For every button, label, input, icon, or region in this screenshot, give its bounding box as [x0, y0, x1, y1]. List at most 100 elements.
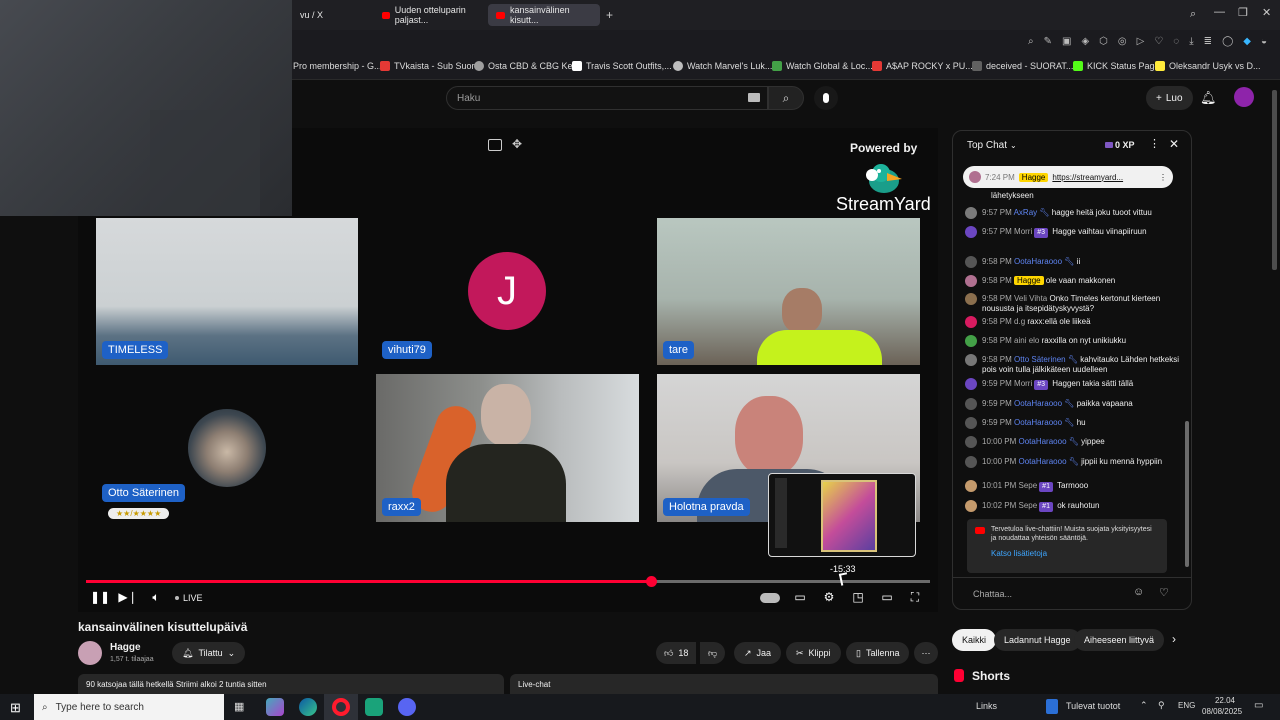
page-scrollbar[interactable] — [1272, 90, 1277, 270]
message-author[interactable]: d.g — [1014, 317, 1025, 326]
chat-message[interactable]: 9:58 PM OotaHaraooo 🔧︎ ii — [965, 256, 1187, 268]
bookmark[interactable]: Pro membership - G... — [293, 61, 382, 71]
play-icon[interactable]: ▷ — [1137, 36, 1145, 47]
zoom-icon[interactable]: ⌕ — [1028, 36, 1034, 47]
clock-date[interactable]: 08/08/2025 — [1202, 707, 1242, 716]
heart-icon[interactable]: ♡ — [1159, 586, 1169, 599]
theater-mode-icon[interactable]: ▭ — [879, 590, 895, 604]
chip-all[interactable]: Kaikki — [952, 629, 997, 651]
extension-icon[interactable]: ◌ — [1173, 36, 1179, 47]
live-indicator[interactable]: LIVE — [175, 593, 203, 603]
chat-message[interactable]: 9:59 PM OotaHaraooo 🔧︎ paikka vapaana — [965, 398, 1187, 410]
chat-message[interactable]: 9:58 PM Veli Vihta Onko Timeles kertonut… — [965, 293, 1187, 314]
message-author[interactable]: Morri — [1014, 379, 1032, 388]
save-button[interactable]: ▯ Tallenna — [846, 642, 910, 664]
chat-scrollbar[interactable] — [1185, 421, 1189, 567]
screenshot-icon[interactable]: ▣ — [1062, 36, 1071, 47]
message-author[interactable]: OotaHaraooo — [1014, 399, 1062, 408]
miniplayer-icon[interactable]: ◳ — [850, 590, 866, 604]
pause-icon[interactable]: ❚❚ — [90, 590, 110, 604]
search-input[interactable]: Haku — [446, 86, 768, 110]
message-author[interactable]: OotaHaraooo — [1018, 457, 1066, 466]
new-tab-plus-icon[interactable]: + — [606, 8, 613, 22]
share-button[interactable]: ↗ Jaa — [734, 642, 782, 664]
autoplay-toggle[interactable] — [760, 593, 780, 603]
minimize-icon[interactable]: — — [1214, 6, 1225, 18]
settings-gear-icon[interactable]: ⚙ — [821, 590, 837, 604]
chat-message[interactable]: 10:00 PM OotaHaraooo 🔧︎ yippee — [965, 436, 1187, 448]
xp-indicator[interactable]: 0 XP — [1105, 140, 1135, 150]
bookmark[interactable]: deceived - SUORAT... — [972, 61, 1073, 71]
bookmark[interactable]: KICK Status Page — [1073, 61, 1160, 71]
notifications-bell-icon[interactable]: 🔔︎ — [1200, 90, 1217, 106]
app-icon[interactable] — [365, 698, 383, 716]
fullscreen-icon[interactable]: ⛶ — [907, 590, 923, 604]
close-window-icon[interactable]: ✕ — [1262, 6, 1271, 19]
message-author[interactable]: Otto Säterinen — [1014, 355, 1066, 364]
app-icon[interactable] — [266, 698, 284, 716]
heart-icon[interactable]: ♡ — [1154, 36, 1163, 47]
keyboard-icon[interactable] — [748, 93, 760, 102]
chat-message[interactable]: 10:02 PM Sepe #1 ok rauhotun — [965, 500, 1187, 512]
profile-icon[interactable]: ◯ — [1222, 36, 1233, 47]
taskbar-links[interactable]: Links — [976, 701, 997, 711]
expand-icon[interactable]: ✥ — [512, 137, 522, 151]
chat-message[interactable]: 10:00 PM OotaHaraooo 🔧︎ jippii ku mennä … — [965, 456, 1187, 468]
discord-icon[interactable] — [398, 698, 416, 716]
clock-time[interactable]: 22.04 — [1212, 696, 1238, 705]
extension-icon[interactable]: ◆ — [1243, 36, 1251, 47]
chat-message[interactable]: 9:59 PM Morri #3 Haggen takia sätti tällä — [965, 378, 1187, 390]
search-button[interactable]: ⌕ — [768, 86, 804, 110]
message-author[interactable]: Morri — [1014, 227, 1032, 236]
browser-tab[interactable]: Uuden otteluparin paljast... — [374, 4, 486, 26]
notification-center-icon[interactable]: ▭ — [1254, 700, 1263, 711]
bookmark[interactable]: A$AP ROCKY x PU... — [872, 61, 973, 71]
progress-bar[interactable] — [86, 576, 930, 587]
extension-icon[interactable]: ⬡ — [1099, 36, 1108, 47]
layout-icon[interactable] — [488, 139, 502, 151]
learn-more-link[interactable]: Katso lisätietoja — [991, 549, 1159, 558]
opera-icon[interactable] — [332, 698, 350, 716]
chat-message[interactable]: 9:58 PM Hagge ole vaan makkonen — [965, 275, 1187, 287]
more-actions-button[interactable]: ⋯ — [914, 642, 938, 664]
restore-icon[interactable]: ❐ — [1238, 6, 1248, 19]
pinned-message[interactable]: 7:24 PM Hagge https://streamyard... ⋮ — [963, 166, 1173, 188]
chat-input[interactable]: Chattaa... — [973, 589, 1012, 599]
channel-name[interactable]: Hagge — [110, 642, 141, 653]
network-icon[interactable]: ⚲ — [1158, 700, 1165, 711]
browser-tab-active[interactable]: kansainvälinen kisutt... — [488, 4, 600, 26]
copilot-icon[interactable]: ◒ — [1261, 36, 1267, 47]
description-box[interactable]: 90 katsojaa tällä hetkellä Striimi alkoi… — [78, 674, 504, 694]
volume-icon[interactable]: 🔈︎ — [148, 590, 164, 604]
message-author[interactable]: OotaHaraooo — [1018, 437, 1066, 446]
collections-icon[interactable]: ≣ — [1204, 36, 1212, 47]
voice-search-button[interactable] — [814, 86, 838, 110]
message-author[interactable]: Sepe — [1018, 501, 1037, 510]
extension-icon[interactable]: ◈ — [1081, 36, 1089, 47]
message-author[interactable]: OotaHaraooo — [1014, 257, 1062, 266]
subtitles-icon[interactable]: ▭ — [792, 590, 808, 604]
like-button[interactable]: 👍︎ 18 — [656, 642, 697, 664]
close-icon[interactable]: ✕ — [1169, 137, 1179, 151]
chevron-up-icon[interactable]: ⌃ — [1140, 700, 1148, 711]
message-author[interactable]: OotaHaraooo — [1014, 418, 1062, 427]
message-author[interactable]: Hagge — [1014, 276, 1044, 285]
live-chat-replay-box[interactable]: Live-chat — [510, 674, 938, 694]
chat-message[interactable]: 9:58 PM Otto Säterinen 🔧︎ kahvitauko Läh… — [965, 354, 1187, 375]
downloads-icon[interactable]: ⤓ — [1189, 36, 1193, 47]
task-view-icon[interactable]: ▦ — [234, 700, 244, 713]
bookmark[interactable]: Watch Global & Loc... — [772, 61, 873, 71]
chat-message[interactable]: 9:58 PM aini elo raxxilla on nyt unikiuk… — [965, 335, 1187, 347]
taskbar-upcoming-earnings[interactable]: Tulevat tuotot — [1066, 701, 1120, 711]
emoji-icon[interactable]: ☺ — [1133, 586, 1144, 598]
chat-message[interactable]: 9:57 PM Morri #3 Hagge vaihtau viinapiiru… — [965, 226, 1187, 238]
language-indicator[interactable]: ENG — [1178, 701, 1195, 710]
message-author[interactable]: Sepe — [1018, 481, 1037, 490]
bookmark[interactable]: Oleksandr Usyk vs D... — [1155, 61, 1261, 71]
edge-icon[interactable] — [299, 698, 317, 716]
extension-icon[interactable]: ◎ — [1118, 36, 1127, 47]
create-button[interactable]: + Luo — [1146, 86, 1193, 110]
chip-uploaded-by[interactable]: Ladannut Hagge — [994, 629, 1081, 651]
chat-mode-dropdown[interactable]: Top Chat ⌄ — [967, 140, 1017, 151]
edit-icon[interactable]: ✎ — [1044, 36, 1052, 47]
